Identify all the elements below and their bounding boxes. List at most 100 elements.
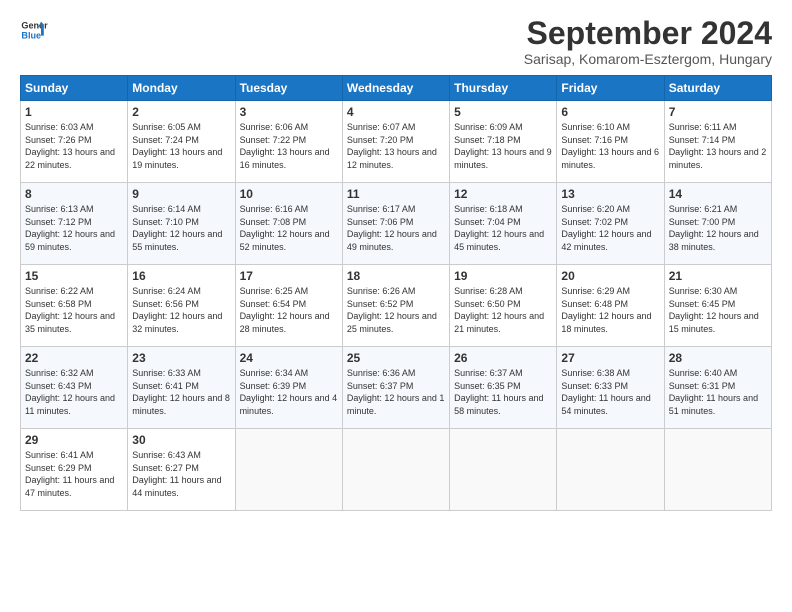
- table-row: 9 Sunrise: 6:14 AMSunset: 7:10 PMDayligh…: [128, 183, 235, 265]
- day-info: Sunrise: 6:09 AMSunset: 7:18 PMDaylight:…: [454, 122, 552, 170]
- main-title: September 2024: [524, 16, 772, 51]
- logo: General Blue: [20, 16, 48, 44]
- table-row: 15 Sunrise: 6:22 AMSunset: 6:58 PMDaylig…: [21, 265, 128, 347]
- day-info: Sunrise: 6:13 AMSunset: 7:12 PMDaylight:…: [25, 204, 115, 252]
- calendar-header-row: Sunday Monday Tuesday Wednesday Thursday…: [21, 76, 772, 101]
- page: General Blue September 2024 Sarisap, Kom…: [0, 0, 792, 521]
- day-number: 3: [240, 105, 338, 119]
- day-info: Sunrise: 6:11 AMSunset: 7:14 PMDaylight:…: [669, 122, 767, 170]
- day-info: Sunrise: 6:34 AMSunset: 6:39 PMDaylight:…: [240, 368, 338, 416]
- calendar-week-row: 29 Sunrise: 6:41 AMSunset: 6:29 PMDaylig…: [21, 429, 772, 511]
- table-row: 30 Sunrise: 6:43 AMSunset: 6:27 PMDaylig…: [128, 429, 235, 511]
- calendar-week-row: 1 Sunrise: 6:03 AMSunset: 7:26 PMDayligh…: [21, 101, 772, 183]
- table-row: [342, 429, 449, 511]
- day-number: 2: [132, 105, 230, 119]
- table-row: 18 Sunrise: 6:26 AMSunset: 6:52 PMDaylig…: [342, 265, 449, 347]
- col-tuesday: Tuesday: [235, 76, 342, 101]
- table-row: 12 Sunrise: 6:18 AMSunset: 7:04 PMDaylig…: [450, 183, 557, 265]
- table-row: 3 Sunrise: 6:06 AMSunset: 7:22 PMDayligh…: [235, 101, 342, 183]
- col-friday: Friday: [557, 76, 664, 101]
- day-info: Sunrise: 6:25 AMSunset: 6:54 PMDaylight:…: [240, 286, 330, 334]
- table-row: 14 Sunrise: 6:21 AMSunset: 7:00 PMDaylig…: [664, 183, 771, 265]
- day-number: 10: [240, 187, 338, 201]
- day-info: Sunrise: 6:43 AMSunset: 6:27 PMDaylight:…: [132, 450, 221, 498]
- col-wednesday: Wednesday: [342, 76, 449, 101]
- day-info: Sunrise: 6:33 AMSunset: 6:41 PMDaylight:…: [132, 368, 230, 416]
- day-number: 22: [25, 351, 123, 365]
- day-info: Sunrise: 6:41 AMSunset: 6:29 PMDaylight:…: [25, 450, 114, 498]
- table-row: 16 Sunrise: 6:24 AMSunset: 6:56 PMDaylig…: [128, 265, 235, 347]
- day-info: Sunrise: 6:26 AMSunset: 6:52 PMDaylight:…: [347, 286, 437, 334]
- table-row: 29 Sunrise: 6:41 AMSunset: 6:29 PMDaylig…: [21, 429, 128, 511]
- table-row: 24 Sunrise: 6:34 AMSunset: 6:39 PMDaylig…: [235, 347, 342, 429]
- table-row: 6 Sunrise: 6:10 AMSunset: 7:16 PMDayligh…: [557, 101, 664, 183]
- table-row: 7 Sunrise: 6:11 AMSunset: 7:14 PMDayligh…: [664, 101, 771, 183]
- table-row: 21 Sunrise: 6:30 AMSunset: 6:45 PMDaylig…: [664, 265, 771, 347]
- day-info: Sunrise: 6:07 AMSunset: 7:20 PMDaylight:…: [347, 122, 437, 170]
- table-row: 28 Sunrise: 6:40 AMSunset: 6:31 PMDaylig…: [664, 347, 771, 429]
- day-number: 12: [454, 187, 552, 201]
- day-info: Sunrise: 6:36 AMSunset: 6:37 PMDaylight:…: [347, 368, 445, 416]
- day-number: 5: [454, 105, 552, 119]
- day-number: 20: [561, 269, 659, 283]
- day-info: Sunrise: 6:14 AMSunset: 7:10 PMDaylight:…: [132, 204, 222, 252]
- day-info: Sunrise: 6:30 AMSunset: 6:45 PMDaylight:…: [669, 286, 759, 334]
- table-row: [664, 429, 771, 511]
- day-info: Sunrise: 6:32 AMSunset: 6:43 PMDaylight:…: [25, 368, 115, 416]
- calendar-week-row: 22 Sunrise: 6:32 AMSunset: 6:43 PMDaylig…: [21, 347, 772, 429]
- header: General Blue September 2024 Sarisap, Kom…: [20, 16, 772, 67]
- day-info: Sunrise: 6:29 AMSunset: 6:48 PMDaylight:…: [561, 286, 651, 334]
- day-info: Sunrise: 6:37 AMSunset: 6:35 PMDaylight:…: [454, 368, 543, 416]
- col-saturday: Saturday: [664, 76, 771, 101]
- day-number: 9: [132, 187, 230, 201]
- subtitle: Sarisap, Komarom-Esztergom, Hungary: [524, 51, 772, 67]
- table-row: 17 Sunrise: 6:25 AMSunset: 6:54 PMDaylig…: [235, 265, 342, 347]
- table-row: 2 Sunrise: 6:05 AMSunset: 7:24 PMDayligh…: [128, 101, 235, 183]
- day-info: Sunrise: 6:22 AMSunset: 6:58 PMDaylight:…: [25, 286, 115, 334]
- day-info: Sunrise: 6:17 AMSunset: 7:06 PMDaylight:…: [347, 204, 437, 252]
- table-row: 8 Sunrise: 6:13 AMSunset: 7:12 PMDayligh…: [21, 183, 128, 265]
- day-number: 28: [669, 351, 767, 365]
- day-number: 27: [561, 351, 659, 365]
- day-number: 1: [25, 105, 123, 119]
- table-row: [557, 429, 664, 511]
- col-thursday: Thursday: [450, 76, 557, 101]
- day-number: 15: [25, 269, 123, 283]
- day-number: 30: [132, 433, 230, 447]
- table-row: 1 Sunrise: 6:03 AMSunset: 7:26 PMDayligh…: [21, 101, 128, 183]
- day-number: 19: [454, 269, 552, 283]
- day-info: Sunrise: 6:40 AMSunset: 6:31 PMDaylight:…: [669, 368, 758, 416]
- table-row: [235, 429, 342, 511]
- day-info: Sunrise: 6:03 AMSunset: 7:26 PMDaylight:…: [25, 122, 115, 170]
- table-row: 19 Sunrise: 6:28 AMSunset: 6:50 PMDaylig…: [450, 265, 557, 347]
- day-info: Sunrise: 6:10 AMSunset: 7:16 PMDaylight:…: [561, 122, 659, 170]
- day-number: 13: [561, 187, 659, 201]
- day-number: 7: [669, 105, 767, 119]
- svg-text:General: General: [21, 21, 48, 31]
- day-number: 8: [25, 187, 123, 201]
- table-row: 25 Sunrise: 6:36 AMSunset: 6:37 PMDaylig…: [342, 347, 449, 429]
- day-number: 24: [240, 351, 338, 365]
- day-info: Sunrise: 6:16 AMSunset: 7:08 PMDaylight:…: [240, 204, 330, 252]
- logo-icon: General Blue: [20, 16, 48, 44]
- day-number: 11: [347, 187, 445, 201]
- day-number: 18: [347, 269, 445, 283]
- table-row: 26 Sunrise: 6:37 AMSunset: 6:35 PMDaylig…: [450, 347, 557, 429]
- calendar-week-row: 15 Sunrise: 6:22 AMSunset: 6:58 PMDaylig…: [21, 265, 772, 347]
- table-row: 27 Sunrise: 6:38 AMSunset: 6:33 PMDaylig…: [557, 347, 664, 429]
- day-number: 6: [561, 105, 659, 119]
- day-number: 14: [669, 187, 767, 201]
- day-info: Sunrise: 6:21 AMSunset: 7:00 PMDaylight:…: [669, 204, 759, 252]
- day-number: 17: [240, 269, 338, 283]
- svg-text:Blue: Blue: [21, 30, 41, 40]
- table-row: [450, 429, 557, 511]
- day-info: Sunrise: 6:38 AMSunset: 6:33 PMDaylight:…: [561, 368, 650, 416]
- table-row: 20 Sunrise: 6:29 AMSunset: 6:48 PMDaylig…: [557, 265, 664, 347]
- col-monday: Monday: [128, 76, 235, 101]
- table-row: 10 Sunrise: 6:16 AMSunset: 7:08 PMDaylig…: [235, 183, 342, 265]
- day-number: 4: [347, 105, 445, 119]
- day-number: 26: [454, 351, 552, 365]
- day-info: Sunrise: 6:06 AMSunset: 7:22 PMDaylight:…: [240, 122, 330, 170]
- table-row: 23 Sunrise: 6:33 AMSunset: 6:41 PMDaylig…: [128, 347, 235, 429]
- table-row: 11 Sunrise: 6:17 AMSunset: 7:06 PMDaylig…: [342, 183, 449, 265]
